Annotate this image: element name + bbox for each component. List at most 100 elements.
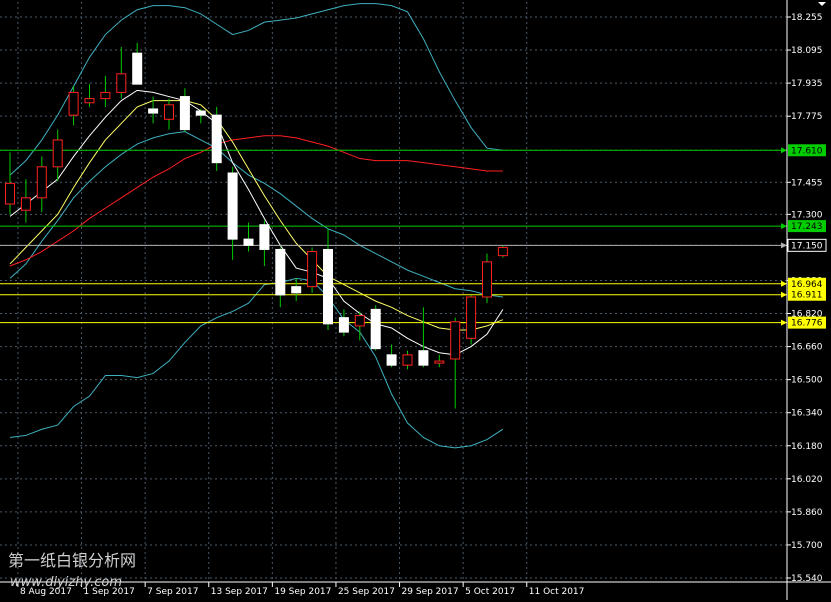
candle [307,247,318,293]
candle-body [497,246,508,257]
y-tick-label: 16.020 [791,475,823,485]
candle-body [434,360,445,364]
horizontal-levels [0,147,787,326]
level-arrow [781,319,787,326]
level-price-label: 16.776 [791,319,823,329]
candle [291,278,302,302]
candle [243,222,254,252]
x-tick-label: 25 Sep 2017 [338,587,395,597]
candle-body [291,286,302,294]
candle [418,307,429,368]
y-tick-label: 15.860 [791,508,823,518]
candle-body [116,73,127,93]
candle [179,88,190,132]
y-tick-label: 16.500 [791,376,823,386]
candle [68,86,79,126]
candle [275,247,286,308]
shift-marker-icon [818,2,826,6]
x-tick-label: 5 Oct 2017 [465,587,515,597]
candle [132,42,143,85]
candle-body [307,251,318,288]
candle [354,311,365,341]
candle-body [100,91,111,100]
candle [259,220,270,266]
candle-body [482,261,492,298]
x-tick-label: 11 Oct 2017 [529,587,585,597]
candle-body [148,108,159,114]
candle [52,129,63,182]
y-tick-label: 17.775 [791,112,823,122]
x-tick-label: 7 Sep 2017 [147,587,198,597]
candle [20,179,31,223]
candle-body [52,139,63,168]
y-tick-label: 18.255 [791,13,823,23]
candle [100,75,111,107]
candle [370,305,381,351]
watermark-line2: www.diyizhy.com [10,575,122,590]
level-price-label: 16.964 [791,280,823,290]
candle [116,46,127,99]
candle [227,166,238,260]
candle-body [386,354,397,366]
candle-body [20,197,31,211]
price-chart: 18.255 18.095 17.935 17.775 17.455 17.300 16.9… [0,0,831,602]
candle-body [84,98,95,104]
bollinger-upper-line [9,3,503,176]
candle-body [195,110,206,116]
level-arrow [781,280,787,287]
y-tick-label: 17.935 [791,79,823,89]
level-price-label: 17.150 [791,241,823,251]
x-tick-label: 29 Sep 2017 [402,587,459,597]
level-price-label: 17.243 [791,222,823,232]
candle-body [164,104,174,120]
candle-body [259,224,270,250]
candle-body [36,166,47,199]
level-price-label: 16.911 [791,291,823,301]
candle [482,253,492,304]
candle [450,317,461,409]
level-arrow [781,147,787,154]
candle-body [323,248,333,325]
y-tick-label: 17.300 [791,210,823,220]
x-tick-label: 19 Sep 2017 [274,587,331,597]
candle [386,344,397,368]
candle [434,354,445,368]
candle-body [179,96,190,131]
level-price-label: 17.610 [791,146,823,156]
candle-body [466,296,477,339]
bollinger-lower-line [9,277,504,449]
candle [466,294,477,345]
ma-mid-line [9,100,504,331]
candle-body [354,315,365,327]
y-tick-label: 18.095 [791,46,823,56]
y-tick-label: 15.700 [791,541,823,551]
ma-slow-line [9,135,503,267]
y-tick-label: 16.660 [791,343,823,353]
candle-body [132,52,143,85]
candle-body [275,248,286,296]
candle-body [370,308,381,350]
candle [195,108,206,124]
chart-canvas: 18.255 18.095 17.935 17.775 17.455 17.300 16.9… [0,0,831,600]
moving-averages [9,89,504,356]
y-tick-label: 16.340 [791,409,823,419]
level-arrow [781,223,787,230]
candle-body [243,238,254,246]
y-tick-label: 15.540 [791,574,823,584]
candle-body [338,317,349,333]
y-tick-label: 16.180 [791,442,823,452]
candle-body [418,350,429,366]
watermark: 第一纸白银分析网 www.diyizhy.com [8,551,136,590]
candle-body [211,114,222,164]
candle [497,245,508,258]
level-arrow [781,242,787,249]
level-arrow [781,291,787,298]
candle [211,106,222,171]
candle-body [5,182,15,205]
candle-body [68,91,79,116]
candle [5,152,15,215]
candle [323,228,333,331]
candle [402,350,413,370]
watermark-line1: 第一纸白银分析网 [8,551,136,570]
candle-body [227,172,238,240]
